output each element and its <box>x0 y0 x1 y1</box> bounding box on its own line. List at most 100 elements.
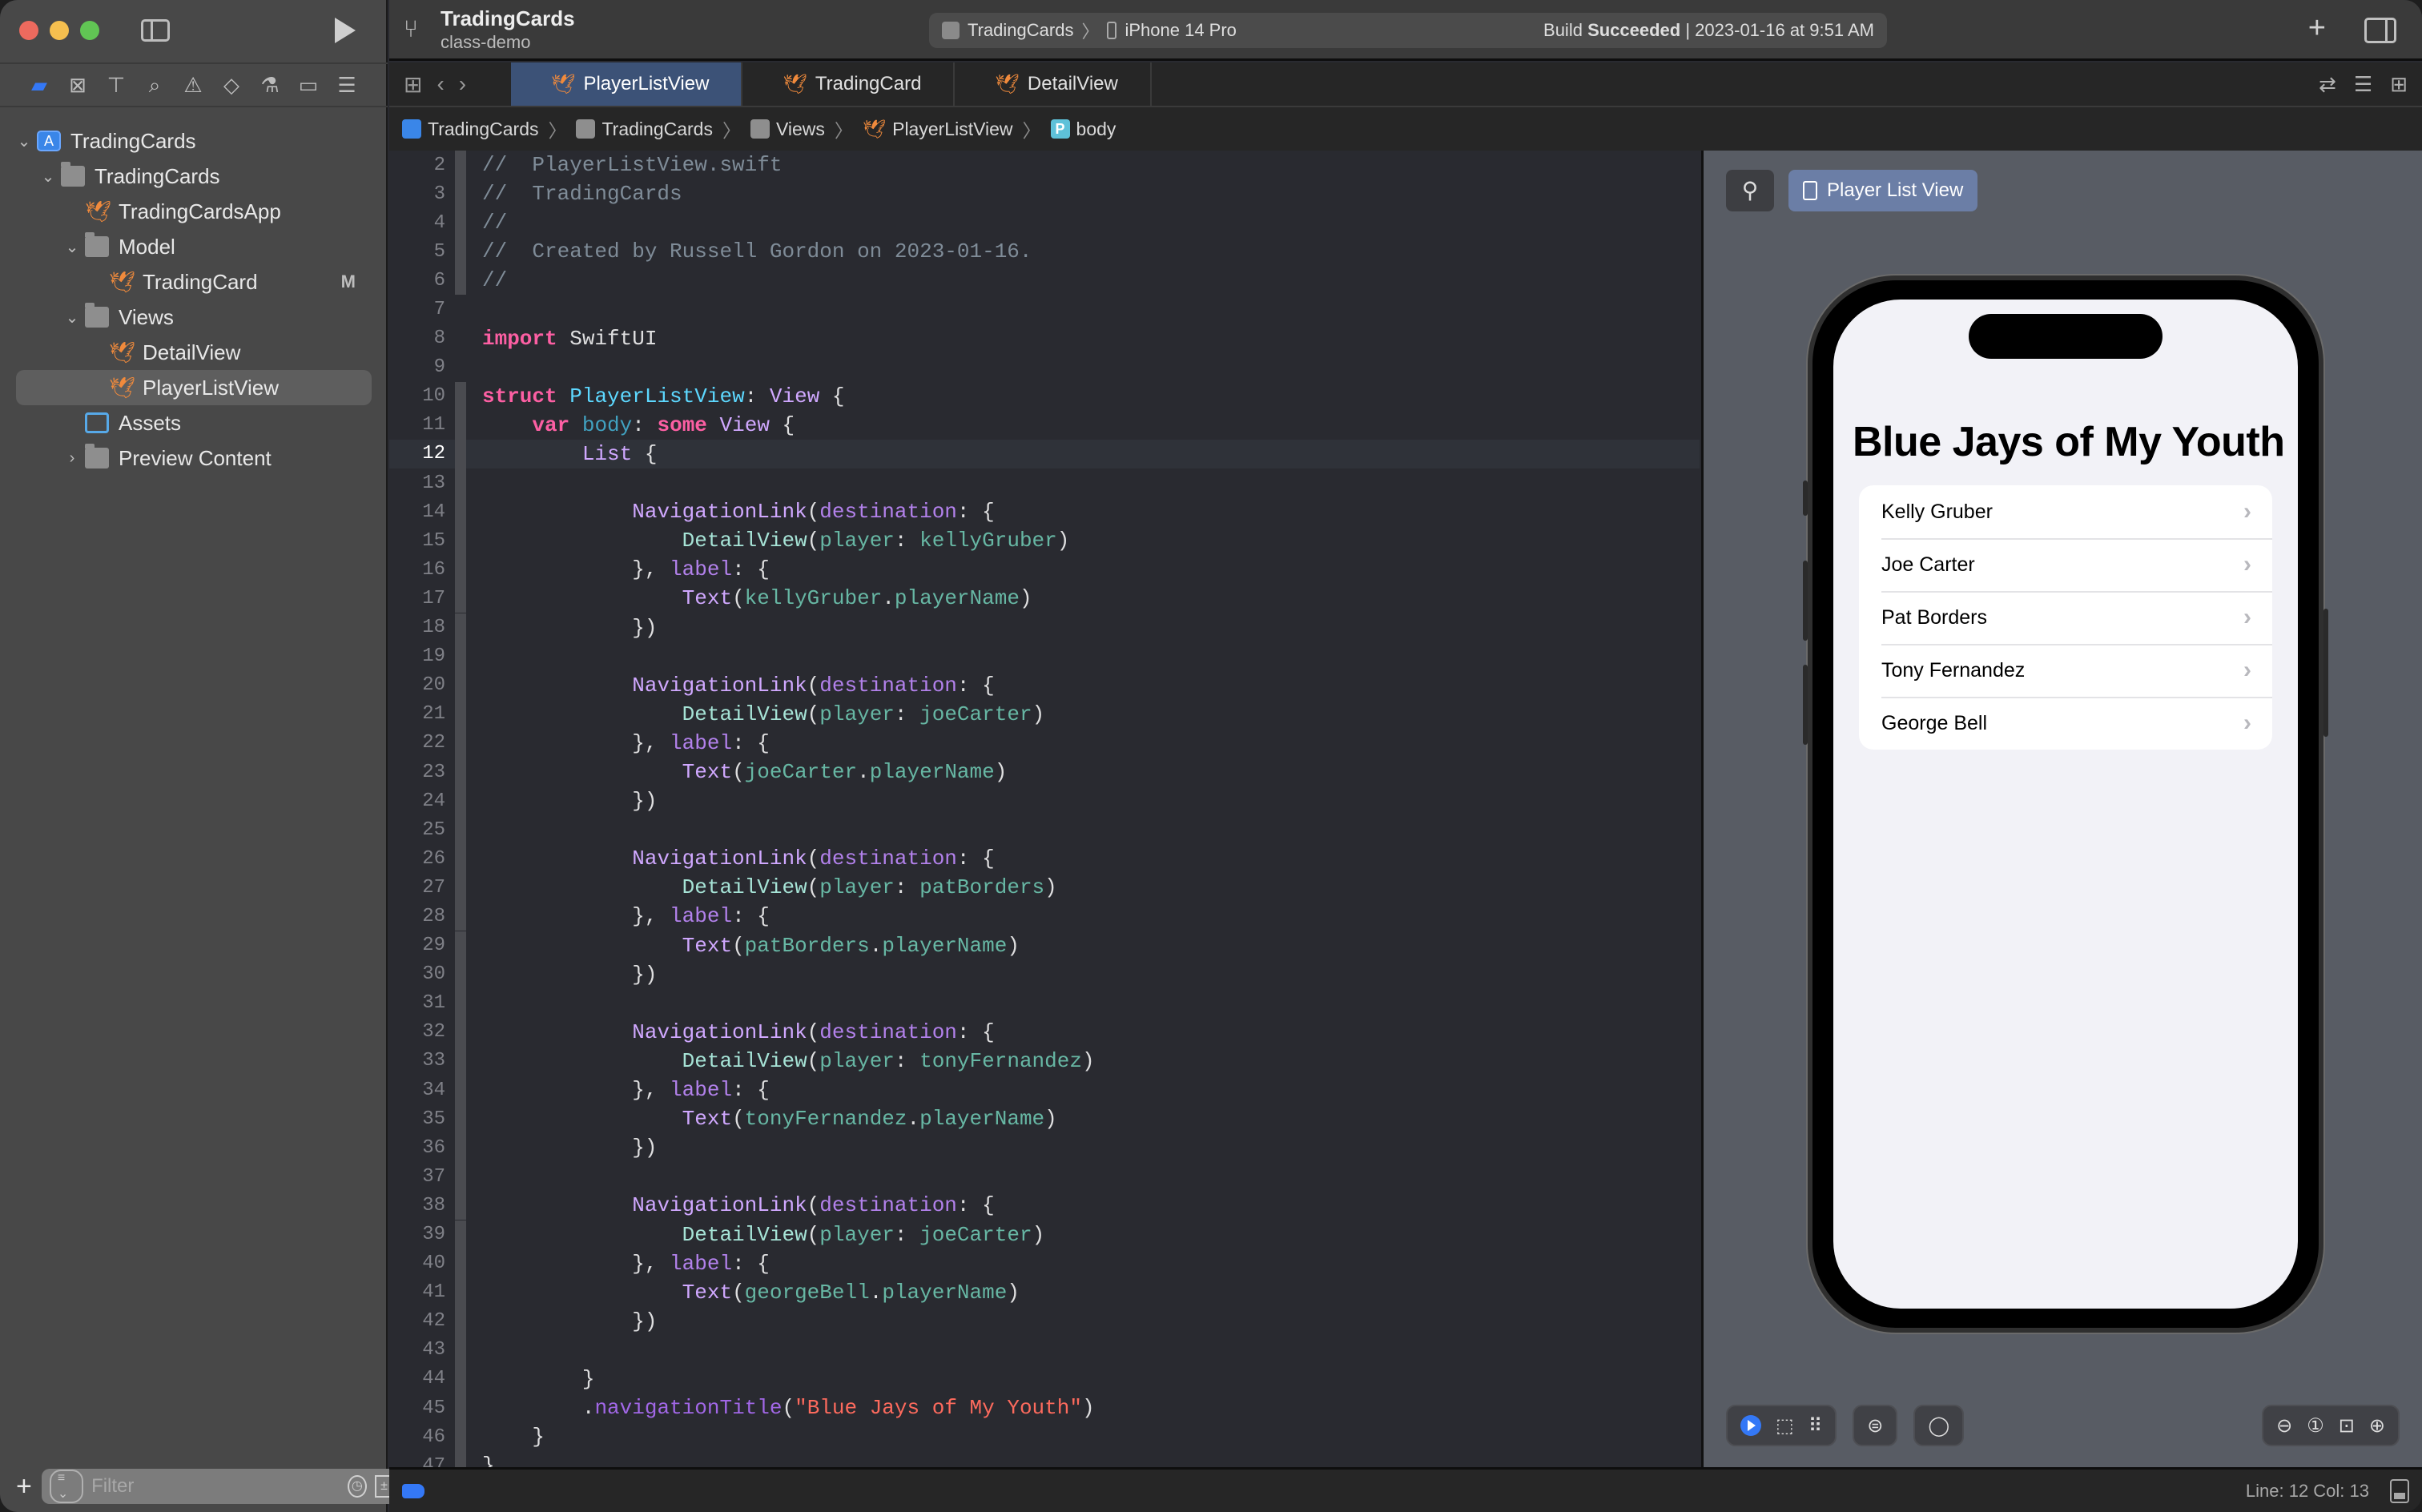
tree-item[interactable]: Assets <box>0 405 388 440</box>
code-fold-ribbon[interactable] <box>455 555 466 585</box>
code-fold-ribbon[interactable] <box>455 237 466 267</box>
editor-tab[interactable]: 🕊 TradingCard <box>742 62 956 106</box>
line-number[interactable]: 42 <box>389 1310 455 1332</box>
line-number[interactable]: 46 <box>389 1426 455 1448</box>
player-list-row[interactable]: Kelly Gruber › <box>1859 485 2272 538</box>
line-number[interactable]: 5 <box>389 241 455 263</box>
code-fold-ribbon[interactable] <box>455 1277 466 1307</box>
breadcrumb-item-project[interactable]: TradingCards <box>428 119 538 140</box>
code-fold-ribbon[interactable] <box>455 584 466 613</box>
zoom-window-button[interactable] <box>80 21 99 40</box>
code-fold-ribbon[interactable] <box>455 1104 466 1134</box>
back-arrow-icon[interactable]: ‹ <box>437 71 444 97</box>
selectable-mode-icon[interactable]: ⬚ <box>1776 1414 1794 1438</box>
code-line[interactable]: 13 <box>389 468 1700 498</box>
tree-item[interactable]: › Preview Content <box>0 440 388 476</box>
code-fold-ribbon[interactable] <box>455 873 466 903</box>
code-review-icon[interactable]: ⇄ <box>2319 72 2336 97</box>
recent-files-icon[interactable]: ◷ <box>348 1475 367 1498</box>
player-list-row[interactable]: Tony Fernandez › <box>1859 644 2272 697</box>
report-icon[interactable]: ☰ <box>336 74 357 96</box>
code-fold-ribbon[interactable] <box>455 786 466 816</box>
code-fold-ribbon[interactable] <box>455 1306 466 1336</box>
code-fold-ribbon[interactable] <box>455 1162 466 1192</box>
code-line[interactable]: 6 // <box>389 266 1700 296</box>
toggle-navigator-icon[interactable] <box>141 19 170 42</box>
line-number[interactable]: 33 <box>389 1050 455 1072</box>
line-number[interactable]: 28 <box>389 906 455 927</box>
breadcrumb-item-file[interactable]: PlayerListView <box>892 119 1012 140</box>
library-plus-icon[interactable]: + <box>2308 11 2326 46</box>
code-line[interactable]: 18 }) <box>389 613 1700 642</box>
code-line[interactable]: 7 <box>389 295 1700 324</box>
preview-selector-button[interactable]: Player List View <box>1788 170 1978 211</box>
code-line[interactable]: 37 <box>389 1162 1700 1192</box>
line-number[interactable]: 39 <box>389 1224 455 1245</box>
line-number[interactable]: 8 <box>389 328 455 349</box>
line-number[interactable]: 11 <box>389 414 455 436</box>
line-number[interactable]: 12 <box>389 443 455 464</box>
code-fold-ribbon[interactable] <box>455 844 466 874</box>
code-fold-ribbon[interactable] <box>455 179 466 209</box>
code-fold-ribbon[interactable] <box>455 1249 466 1278</box>
code-fold-ribbon[interactable] <box>455 728 466 758</box>
code-line[interactable]: 42 }) <box>389 1306 1700 1336</box>
code-fold-ribbon[interactable] <box>455 815 466 845</box>
code-line[interactable]: 24 }) <box>389 786 1700 816</box>
filter-options-icon[interactable]: ≡ ⌄ <box>49 1470 84 1503</box>
zoom-in-icon[interactable]: ⊕ <box>2369 1414 2385 1438</box>
zoom-out-icon[interactable]: ⊖ <box>2276 1414 2292 1438</box>
line-number[interactable]: 37 <box>389 1166 455 1188</box>
code-fold-ribbon[interactable] <box>455 959 466 989</box>
code-line[interactable]: 23 Text(joeCarter.playerName) <box>389 758 1700 787</box>
code-line[interactable]: 15 DetailView(player: kellyGruber) <box>389 526 1700 556</box>
code-line[interactable]: 28 }, label: { <box>389 902 1700 931</box>
live-preview-icon[interactable] <box>1740 1415 1761 1436</box>
device-settings-icon[interactable]: ⊜ <box>1867 1414 1883 1438</box>
symbol-navigator-icon[interactable]: ⊤ <box>106 74 127 96</box>
code-line[interactable]: 14 NavigationLink(destination: { <box>389 497 1700 527</box>
line-number[interactable]: 29 <box>389 935 455 956</box>
code-fold-ribbon[interactable] <box>455 208 466 238</box>
source-control-icon[interactable]: ⊠ <box>67 74 88 96</box>
tree-item[interactable]: 🕊 DetailView <box>0 335 388 370</box>
pin-preview-button[interactable]: ⚲ <box>1726 170 1774 211</box>
find-icon[interactable]: ⌕ <box>144 74 165 96</box>
line-number[interactable]: 7 <box>389 299 455 320</box>
code-line[interactable]: 20 NavigationLink(destination: { <box>389 670 1700 700</box>
code-fold-ribbon[interactable] <box>455 151 466 180</box>
line-number[interactable]: 22 <box>389 732 455 754</box>
tree-item[interactable]: 🕊 TradingCard M <box>0 264 388 300</box>
toggle-debug-area-icon[interactable] <box>2390 1478 2409 1503</box>
code-fold-ribbon[interactable] <box>455 1133 466 1163</box>
test-icon[interactable]: ◇ <box>221 74 242 96</box>
editor-tab[interactable]: 🕊 PlayerListView <box>511 62 743 106</box>
breadcrumb-item-symbol[interactable]: body <box>1076 119 1116 140</box>
tree-item[interactable]: ⌄ Model <box>0 229 388 264</box>
line-number[interactable]: 2 <box>389 155 455 176</box>
code-fold-ribbon[interactable] <box>455 1393 466 1423</box>
code-fold-ribbon[interactable] <box>455 670 466 700</box>
code-line[interactable]: 10 struct PlayerListView: View { <box>389 381 1700 411</box>
code-line[interactable]: 22 }, label: { <box>389 728 1700 758</box>
line-number[interactable]: 23 <box>389 762 455 783</box>
code-fold-ribbon[interactable] <box>455 353 466 382</box>
line-number[interactable]: 25 <box>389 819 455 841</box>
code-fold-ribbon[interactable] <box>455 1191 466 1220</box>
code-fold-ribbon[interactable] <box>455 1220 466 1249</box>
code-line[interactable]: 21 DetailView(player: joeCarter) <box>389 699 1700 729</box>
code-line[interactable]: 16 }, label: { <box>389 555 1700 585</box>
line-number[interactable]: 45 <box>389 1397 455 1419</box>
chevron-down-icon[interactable]: ⌄ <box>64 308 80 328</box>
line-number[interactable]: 24 <box>389 790 455 812</box>
chevron-down-icon[interactable]: ⌄ <box>16 131 32 151</box>
code-line[interactable]: 2 // PlayerListView.swift <box>389 151 1700 180</box>
add-editor-icon[interactable]: ⊞ <box>2390 72 2408 97</box>
code-line[interactable]: 19 <box>389 641 1700 671</box>
code-fold-ribbon[interactable] <box>455 468 466 498</box>
line-number[interactable]: 21 <box>389 703 455 725</box>
add-file-button[interactable]: + <box>16 1471 32 1502</box>
line-number[interactable]: 4 <box>389 212 455 234</box>
code-fold-ribbon[interactable] <box>455 1451 466 1467</box>
code-line[interactable]: 26 NavigationLink(destination: { <box>389 844 1700 874</box>
